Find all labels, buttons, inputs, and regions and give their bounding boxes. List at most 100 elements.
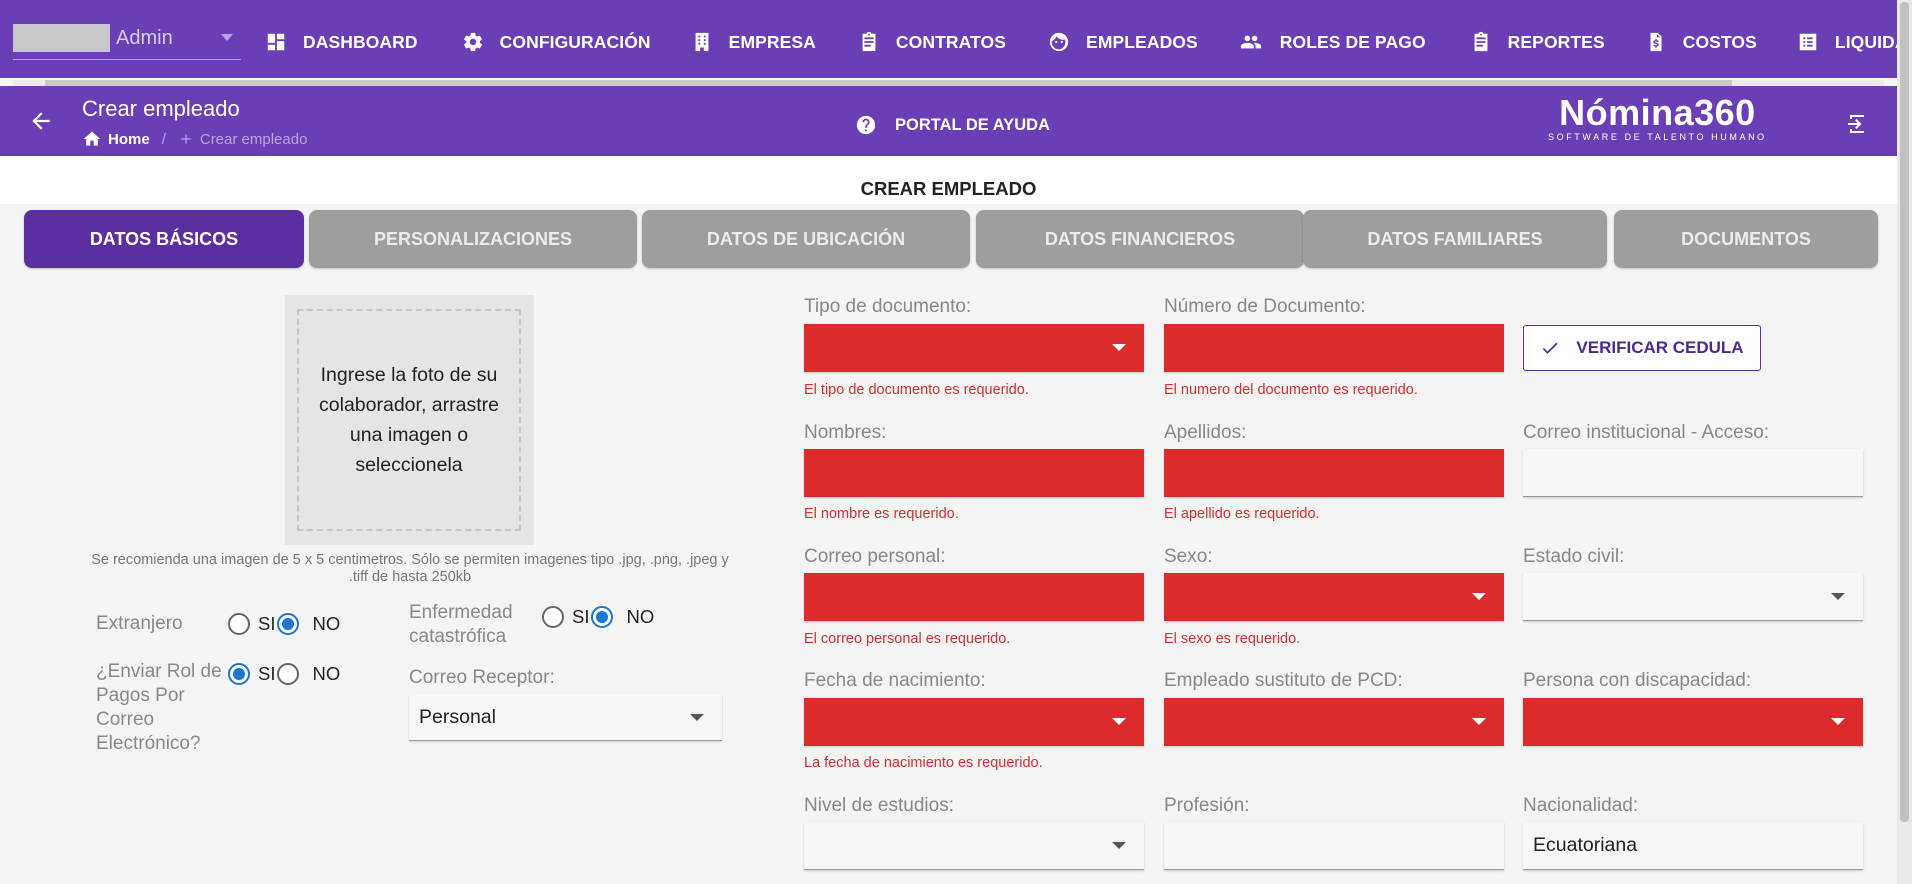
apellidos-input[interactable] (1164, 449, 1504, 497)
chevron-down-icon (1831, 718, 1845, 725)
radio-label: NO (312, 663, 341, 684)
enfermedad-label: Enfermedad catastrófica (409, 602, 513, 647)
brand-name: Nómina360 (1559, 92, 1756, 133)
menu-item-reportes[interactable]: REPORTES (1468, 28, 1605, 56)
menu-label: CONTRATOS (895, 31, 1007, 52)
tab-datos-financieros[interactable]: DATOS FINANCIEROS (976, 210, 1304, 268)
brand-tagline: SOFTWARE DE TALENTO HUMANO (1548, 132, 1767, 142)
extranjero-no-radio[interactable] (277, 613, 300, 635)
menu-label: CONFIGURACIÓN (499, 31, 651, 52)
menu-item-configuracion[interactable]: CONFIGURACIÓN (460, 28, 651, 56)
help-label: PORTAL DE AYUDA (895, 115, 1050, 134)
discapacidad-select[interactable] (1523, 698, 1863, 746)
profesion-input[interactable] (1164, 822, 1504, 870)
tab-documentos[interactable]: DOCUMENTOS (1614, 210, 1878, 268)
estado-civil-select[interactable] (1523, 573, 1863, 621)
check-icon (1543, 342, 1558, 354)
enviar-rol-si-radio[interactable] (228, 663, 250, 685)
radio-label: SI (258, 663, 276, 684)
face-icon (1046, 30, 1072, 54)
enfermedad-no-radio[interactable] (591, 606, 614, 628)
photo-upload-dropzone[interactable]: Ingrese la foto de su colaborador, arras… (285, 295, 534, 545)
correo-personal-label: Correo personal: (804, 546, 946, 567)
radio-label: SI (258, 613, 276, 634)
nombres-error: El nombre es requerido. (804, 506, 959, 522)
menu-item-roles-de-pago[interactable]: ROLES DE PAGO (1236, 28, 1426, 56)
scrollbar-thumb[interactable] (1900, 2, 1909, 822)
correo-personal-input[interactable] (804, 573, 1144, 621)
back-arrow-icon[interactable] (28, 108, 54, 134)
chevron-down-icon (1472, 718, 1486, 725)
correo-receptor-select[interactable]: Personal (409, 694, 722, 741)
extranjero-label: Extranjero (96, 613, 183, 634)
apellidos-error: El apellido es requerido. (1164, 506, 1320, 522)
enfermedad-si-radio[interactable] (542, 606, 564, 628)
numero-documento-error: El numero del documento es requerido. (1164, 382, 1418, 398)
tab-personalizaciones[interactable]: PERSONALIZACIONES (309, 210, 637, 268)
page-title-header: Crear empleado (82, 96, 240, 121)
avatar (13, 24, 110, 52)
tab-datos-familiares[interactable]: DATOS FAMILIARES (1303, 210, 1607, 268)
discapacidad-label: Persona con discapacidad: (1523, 670, 1752, 691)
sustituto-pcd-label: Empleado sustituto de PCD: (1164, 670, 1403, 691)
building-icon (689, 30, 715, 54)
correo-receptor-label: Correo Receptor: (409, 667, 555, 688)
nacionalidad-input[interactable]: Ecuatoriana (1523, 822, 1863, 870)
correo-receptor-value: Personal (419, 706, 496, 728)
enviar-rol-no-radio[interactable] (277, 663, 300, 685)
plus-icon (181, 134, 191, 144)
gear-icon (460, 30, 486, 54)
top-navbar: Admin DASHBOARD CONFIGURACIÓN EMPRESA CO… (0, 0, 1912, 78)
list-icon (1795, 30, 1821, 54)
correo-personal-error: El correo personal es requerido. (804, 631, 1011, 647)
numero-documento-input[interactable] (1164, 324, 1504, 372)
extranjero-radio-group: SI NO (228, 613, 340, 635)
tab-datos-ubicacion[interactable]: DATOS DE UBICACIÓN (642, 210, 970, 268)
menu-item-contratos[interactable]: CONTRATOS (856, 28, 1006, 56)
main-menu: DASHBOARD CONFIGURACIÓN EMPRESA CONTRATO… (263, 28, 1912, 56)
menu-label: DASHBOARD (303, 31, 418, 52)
help-portal-link[interactable]: PORTAL DE AYUDA (855, 114, 1050, 136)
menu-item-costos[interactable]: COSTOS (1643, 28, 1757, 56)
breadcrumb-separator: / (161, 130, 166, 148)
nacionalidad-label: Nacionalidad: (1523, 795, 1639, 816)
chevron-down-icon (1831, 593, 1845, 600)
nivel-estudios-select[interactable] (804, 822, 1144, 870)
radio-label: SI (572, 606, 590, 627)
logout-icon[interactable] (1845, 112, 1869, 136)
extranjero-si-radio[interactable] (228, 613, 250, 635)
home-icon (83, 131, 101, 146)
menu-item-empleados[interactable]: EMPLEADOS (1046, 28, 1198, 56)
breadcrumb-home[interactable]: Home (108, 131, 150, 148)
fecha-nacimiento-select[interactable] (804, 698, 1144, 746)
menu-label: EMPRESA (728, 31, 816, 52)
title-strip: CREAR EMPLEADO (0, 156, 1897, 204)
enfermedad-radio-group: SI NO (542, 606, 654, 628)
clipboard-icon (856, 30, 882, 54)
scrollbar[interactable] (1897, 0, 1912, 884)
nivel-estudios-label: Nivel de estudios: (804, 795, 954, 816)
chevron-down-icon (690, 714, 704, 721)
chevron-down-icon (1112, 718, 1126, 725)
verificar-cedula-button[interactable]: VERIFICAR CEDULA (1523, 325, 1761, 371)
sexo-select[interactable] (1164, 573, 1504, 621)
radio-label: NO (312, 613, 341, 634)
chevron-down-icon (1112, 842, 1126, 849)
menu-item-dashboard[interactable]: DASHBOARD (263, 28, 418, 56)
brand-logo: Nómina360 SOFTWARE DE TALENTO HUMANO (1548, 92, 1767, 143)
page-title: CREAR EMPLEADO (860, 178, 1037, 199)
sustituto-pcd-select[interactable] (1164, 698, 1504, 746)
breadcrumb: Home / Crear empleado (82, 129, 307, 149)
user-menu[interactable]: Admin (13, 24, 241, 60)
menu-label: EMPLEADOS (1086, 31, 1198, 52)
nacionalidad-value: Ecuatoriana (1533, 834, 1638, 856)
tipo-documento-select[interactable] (804, 324, 1144, 372)
tab-datos-basicos[interactable]: DATOS BÁSICOS (24, 210, 304, 268)
sexo-error: El sexo es requerido. (1164, 631, 1301, 647)
enviar-rol-radio-group: SI NO (228, 663, 340, 685)
nombres-input[interactable] (804, 449, 1144, 497)
menu-item-empresa[interactable]: EMPRESA (689, 28, 816, 56)
help-icon (856, 115, 876, 135)
menu-item-liquidaciones[interactable]: LIQUIDACIONES (1795, 28, 1912, 56)
correo-institucional-input[interactable] (1523, 449, 1863, 497)
